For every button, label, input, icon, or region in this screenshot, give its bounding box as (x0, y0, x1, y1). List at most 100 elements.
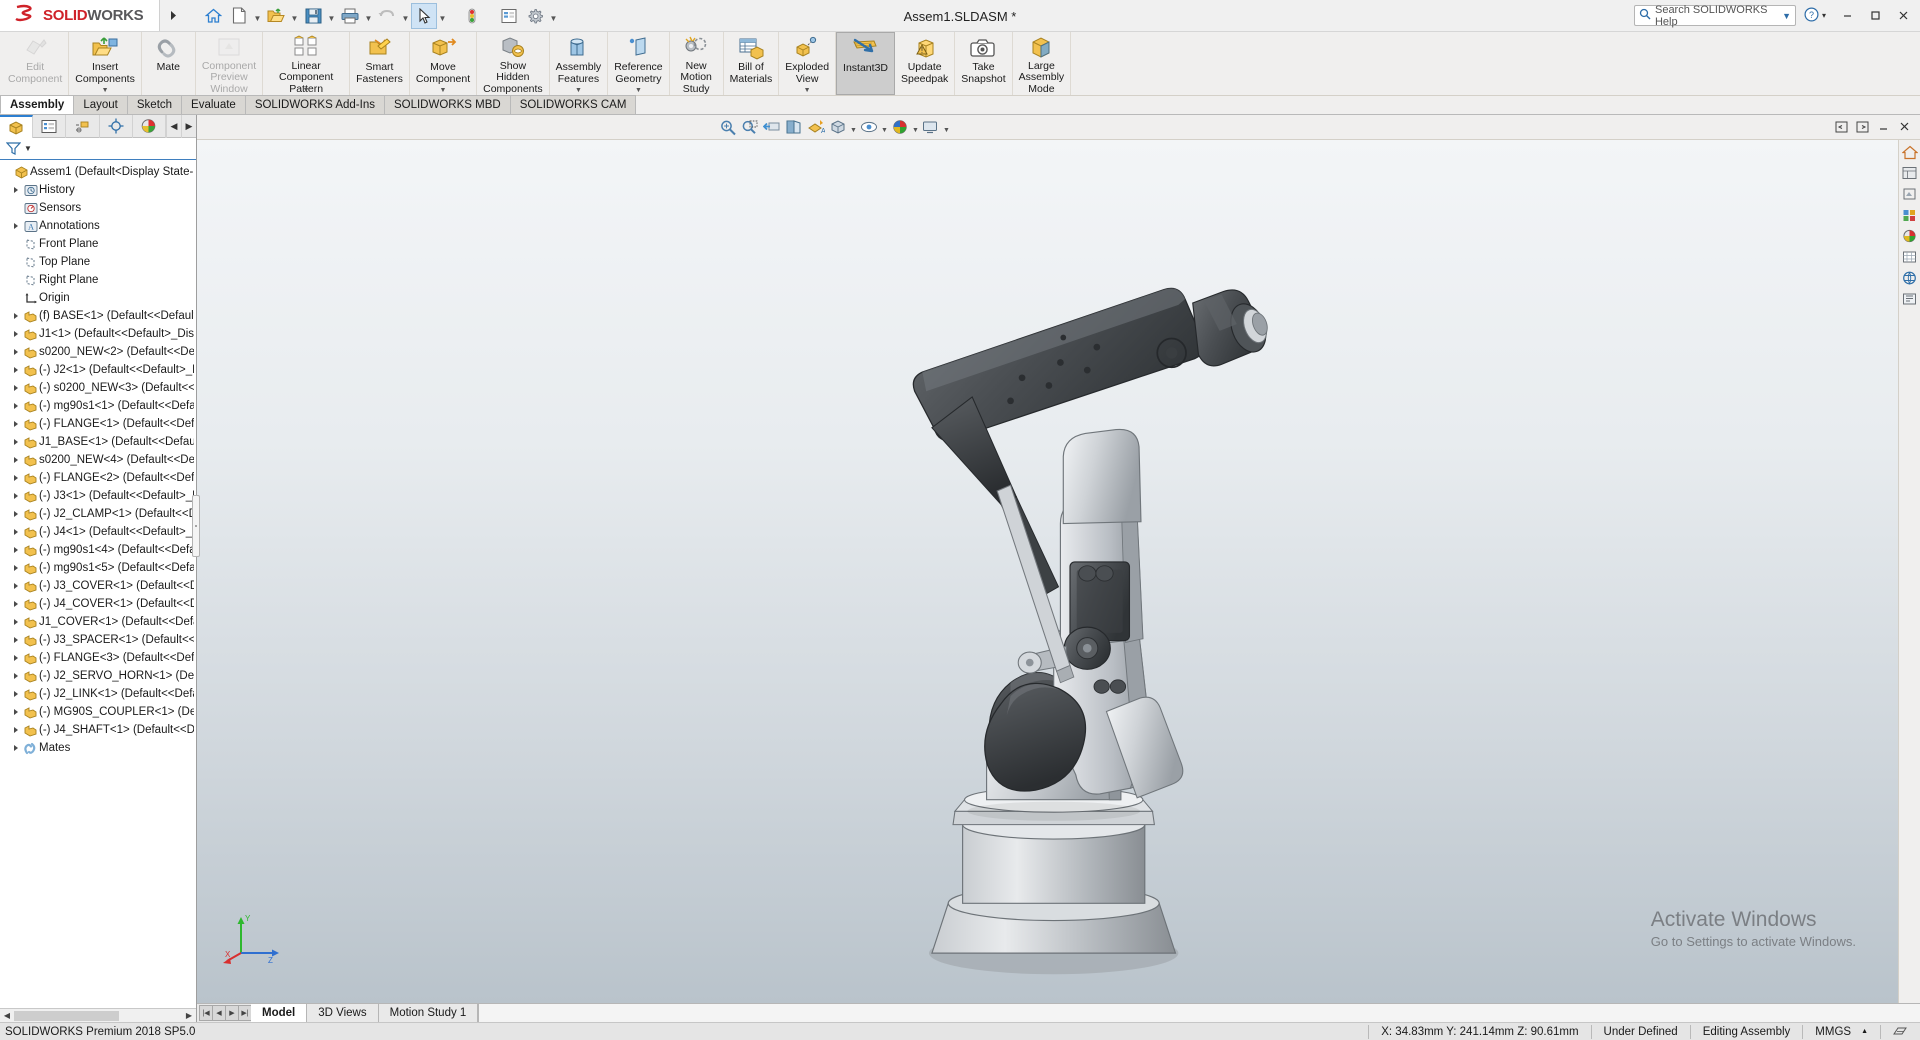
tree-item[interactable]: (-) J2_SERVO_HORN<1> (Default<< (0, 667, 196, 685)
ribbon-button-instant3d[interactable]: Instant3D (836, 32, 895, 95)
home-icon[interactable] (200, 3, 226, 29)
tab-last-button[interactable]: ▶| (238, 1005, 252, 1021)
tree-expand-arrow[interactable] (9, 457, 22, 463)
tree-expand-arrow[interactable] (9, 601, 22, 607)
move-component-dropdown-caret[interactable]: ▼ (440, 87, 447, 94)
ribbon-button-large-assembly-mode[interactable]: Large Assembly Mode (1013, 32, 1072, 95)
previous-view-icon[interactable] (761, 116, 783, 139)
tree-item[interactable]: History (0, 181, 196, 199)
print-dropdown[interactable]: ▼ (363, 3, 374, 29)
tree-expand-arrow[interactable] (9, 331, 22, 337)
tile-right-icon[interactable] (1852, 116, 1872, 138)
hide-show-dropdown[interactable]: ▼ (880, 116, 889, 139)
ribbon-button-bill-of-materials[interactable]: Bill of Materials (724, 32, 780, 95)
doc-close-icon[interactable] (1894, 116, 1914, 138)
tab-layout[interactable]: Layout (73, 95, 128, 114)
open-icon[interactable] (263, 3, 289, 29)
menu-expand-arrow[interactable] (160, 0, 186, 31)
minimize-button[interactable] (1834, 3, 1860, 29)
tree-expand-arrow[interactable] (9, 223, 22, 229)
ribbon-button-update-speedpak[interactable]: ! Update Speedpak (895, 32, 956, 95)
lights-cameras-icon[interactable] (1900, 247, 1920, 267)
search-dropdown-caret[interactable]: ▼ (1782, 11, 1791, 21)
zoom-to-fit-icon[interactable] (717, 116, 739, 139)
ribbon-button-show-hidden-components[interactable]: Show Hidden Components (477, 32, 550, 95)
display-style-dropdown[interactable]: ▼ (849, 116, 858, 139)
tree-expand-arrow[interactable] (9, 583, 22, 589)
tree-item[interactable]: s0200_NEW<4> (Default<<Default> (0, 451, 196, 469)
tree-expand-arrow[interactable] (9, 493, 22, 499)
undo-icon[interactable] (374, 3, 400, 29)
tree-item[interactable]: (-) J3_SPACER<1> (Default<<Defaul (0, 631, 196, 649)
maximize-button[interactable] (1862, 3, 1888, 29)
display-manager-tab[interactable] (133, 114, 167, 138)
tree-scroll-right[interactable]: ▶ (182, 1011, 196, 1020)
manager-tab-prev[interactable]: ◀ (166, 114, 181, 138)
apply-scene-icon[interactable] (889, 116, 911, 139)
tree-scroll-thumb[interactable] (14, 1011, 119, 1021)
design-library-icon[interactable] (1900, 289, 1920, 309)
tree-item[interactable]: (-) FLANGE<2> (Default<<Default>_ (0, 469, 196, 487)
tree-item[interactable]: (-) MG90S_COUPLER<1> (Default< (0, 703, 196, 721)
apply-scene-dropdown[interactable]: ▼ (911, 116, 920, 139)
ribbon-button-linear-component-pattern[interactable]: Linear Component Pattern ▼ (263, 32, 351, 95)
tree-item[interactable]: Front Plane (0, 235, 196, 253)
tab-solidworks-mbd[interactable]: SOLIDWORKS MBD (383, 95, 511, 114)
tree-item[interactable]: J1<1> (Default<<Default>_Display S (0, 325, 196, 343)
tree-expand-arrow[interactable] (9, 421, 22, 427)
tree-expand-arrow[interactable] (9, 349, 22, 355)
tree-scroll-left[interactable]: ◀ (0, 1011, 14, 1020)
tree-item[interactable]: (-) J4_SHAFT<1> (Default<<Default (0, 721, 196, 739)
tree-expand-arrow[interactable] (9, 187, 22, 193)
undo-dropdown[interactable]: ▼ (400, 3, 411, 29)
view-settings-dropdown[interactable]: ▼ (942, 116, 951, 139)
tree-expand-arrow[interactable] (9, 565, 22, 571)
tree-expand-arrow[interactable] (9, 367, 22, 373)
display-style-icon[interactable] (827, 116, 849, 139)
units-selector[interactable]: MMGS ▲ (1802, 1024, 1880, 1039)
tree-item[interactable]: J1_COVER<1> (Default<<Default>_D (0, 613, 196, 631)
tree-item[interactable]: J1_BASE<1> (Default<<Default>_Di (0, 433, 196, 451)
tree-item[interactable]: (-) J3_COVER<1> (Default<<Default (0, 577, 196, 595)
help-icon[interactable]: ? (1804, 6, 1819, 25)
tree-expand-arrow[interactable] (9, 439, 22, 445)
tree-item[interactable]: (-) J2<1> (Default<<Default>_Displa (0, 361, 196, 379)
tab-next-button[interactable]: ▶ (225, 1005, 239, 1021)
ribbon-button-reference-geometry[interactable]: Reference Geometry ▼ (608, 32, 670, 95)
tree-expand-arrow[interactable] (9, 655, 22, 661)
new-document-dropdown[interactable]: ▼ (252, 3, 263, 29)
tree-item[interactable]: (-) J4_COVER<1> (Default<<Default (0, 595, 196, 613)
tree-expand-arrow[interactable] (9, 475, 22, 481)
exploded-view-dropdown-caret[interactable]: ▼ (804, 87, 811, 94)
select-icon[interactable] (411, 2, 437, 29)
manager-tab-next[interactable]: ▶ (181, 114, 196, 138)
tile-left-icon[interactable] (1831, 116, 1851, 138)
dimxpert-manager-tab[interactable] (100, 114, 133, 138)
tree-expand-arrow[interactable] (9, 385, 22, 391)
close-button[interactable] (1890, 3, 1916, 29)
scenes-icon[interactable] (1900, 205, 1920, 225)
home-view-icon[interactable] (1900, 142, 1920, 162)
tree-item[interactable]: (-) J4<1> (Default<<Default>_Displa (0, 523, 196, 541)
new-document-icon[interactable] (226, 3, 252, 29)
tree-item[interactable]: (-) J2_CLAMP<1> (Default<<Defaul (0, 505, 196, 523)
reference-geometry-dropdown-caret[interactable]: ▼ (635, 87, 642, 94)
options-dropdown[interactable]: ▼ (548, 3, 559, 29)
tree-item[interactable]: (-) FLANGE<3> (Default<<Default>_ (0, 649, 196, 667)
tree-expand-arrow[interactable] (9, 511, 22, 517)
help-dropdown-caret[interactable]: ▾ (1822, 11, 1826, 20)
assembly-features-dropdown-caret[interactable]: ▼ (575, 87, 582, 94)
tree-item[interactable]: (-) J2_LINK<1> (Default<<Default>_ (0, 685, 196, 703)
doc-tab-motion-study-1[interactable]: Motion Study 1 (379, 1004, 479, 1022)
save-icon[interactable] (300, 3, 326, 29)
select-dropdown[interactable]: ▼ (437, 3, 448, 29)
tree-item[interactable]: Sensors (0, 199, 196, 217)
print-icon[interactable] (337, 3, 363, 29)
property-manager-tab[interactable] (33, 114, 67, 138)
tree-item[interactable]: (-) FLANGE<1> (Default<<Default>_ (0, 415, 196, 433)
tree-item[interactable]: (-) J3<1> (Default<<Default>_Displa (0, 487, 196, 505)
solidworks-logo[interactable]: SOLIDWORKS (0, 0, 160, 31)
tree-item[interactable]: Assem1 (Default<Display State-1> (0, 163, 196, 181)
overlay-icon[interactable] (1880, 1024, 1920, 1039)
doc-minimize-icon[interactable] (1873, 116, 1893, 138)
